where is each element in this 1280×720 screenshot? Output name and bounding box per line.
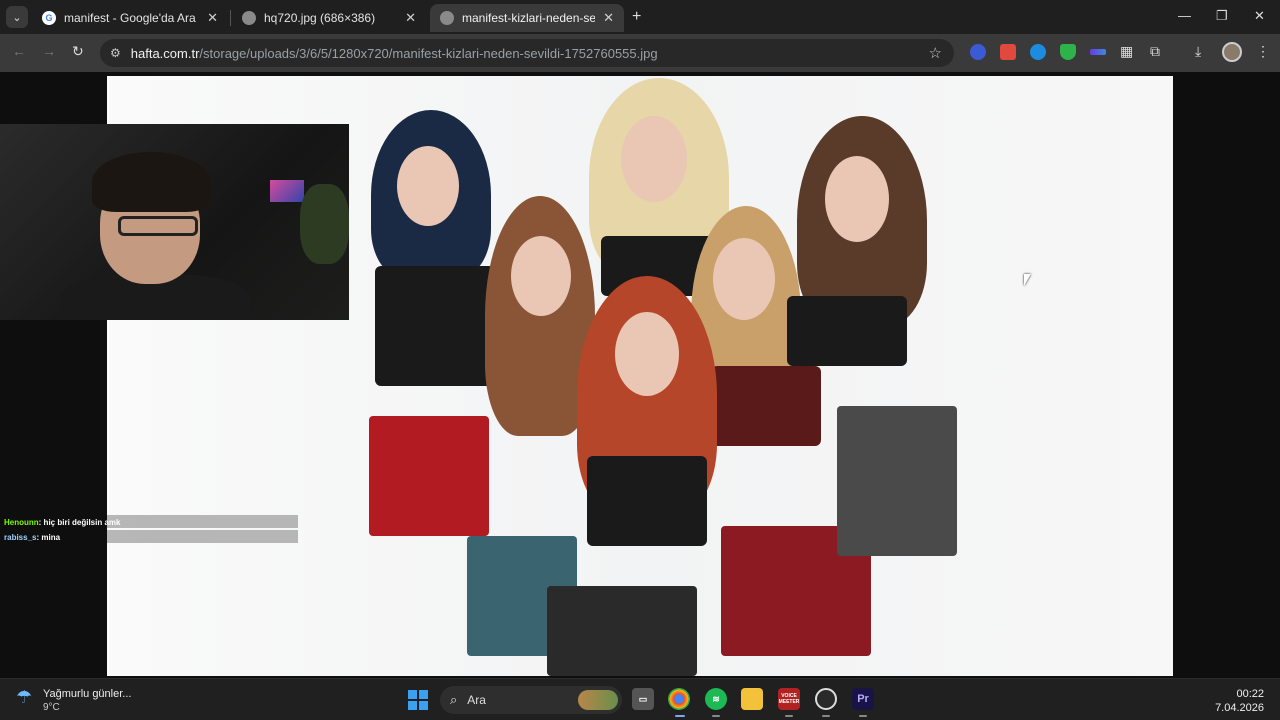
windows-taskbar: ☂ Yağmurlu günler... 9°C ⌕ Ara ▭ ≋ VOICE… [0,678,1280,720]
figure-head [621,116,687,202]
figure-top [787,296,907,366]
forward-button[interactable]: → [42,43,56,59]
profile-avatar[interactable] [1222,42,1242,62]
restore-button[interactable]: ❐ [1216,8,1228,24]
figure-head [615,312,679,396]
screen: ⌄ G manifest - Google'da Ara ✕ hq720.jpg… [0,0,1280,720]
background-plant [300,184,349,264]
clock-date[interactable]: 7.04.2026 [1215,702,1264,714]
search-icon: ⌕ [450,692,458,707]
streamer-hair [92,152,210,212]
extension-1-icon[interactable] [970,44,986,60]
browser-toolbar: ← → ↻ ⚙ hafta.com.tr/storage/uploads/3/6… [0,34,1280,72]
new-tab-button[interactable]: + [632,8,641,26]
reload-button[interactable]: ↻ [72,43,84,60]
figure-head [397,146,459,226]
tab-hq720[interactable]: hq720.jpg (686×386) ✕ [232,4,426,32]
chat-message: Henounn: hiç biri değilsin amk [4,518,120,527]
tab-manifest-image[interactable]: manifest-kizlari-neden-sevildi-1 ✕ [430,4,624,32]
running-app-indicator [785,715,793,717]
chat-text: : hiç biri değilsin amk [38,518,121,527]
tab-title: manifest-kizlari-neden-sevildi-1 [462,11,596,25]
site-info-icon[interactable]: ⚙ [110,46,121,60]
globe-icon [242,11,256,25]
tab-title: hq720.jpg (686×386) [264,11,376,25]
url-host: hafta.com.tr [130,45,200,61]
running-app-indicator [712,715,720,717]
chat-line-bg [107,515,298,528]
tab-divider [230,10,231,26]
active-app-indicator [675,715,685,717]
weather-title[interactable]: Yağmurlu günler... [43,688,131,700]
premiere-icon[interactable]: Pr [852,688,874,710]
running-app-indicator [859,715,867,717]
extension-6-icon[interactable]: ▦ [1120,43,1133,60]
close-icon[interactable]: ✕ [207,10,218,26]
menu-icon[interactable]: ⋮ [1256,43,1270,60]
shield-extension-icon[interactable] [1060,44,1076,60]
running-app-indicator [822,715,830,717]
chrome-icon[interactable] [668,688,690,710]
spotify-icon[interactable]: ≋ [705,688,727,710]
search-placeholder: Ara [467,693,486,707]
close-icon[interactable]: ✕ [405,10,416,26]
tab-search-button[interactable]: ⌄ [6,6,28,28]
chevron-down-icon: ⌄ [12,11,22,24]
streamer-glasses [118,216,198,236]
windows-start-icon[interactable] [408,690,428,710]
chat-message: rabiss_s: mina [4,533,60,542]
task-view-icon[interactable]: ▭ [632,688,654,710]
figure-top [375,266,495,386]
close-icon[interactable]: ✕ [603,10,614,26]
tab-title: manifest - Google'da Ara [64,11,196,25]
folder-icon[interactable] [741,688,763,710]
extension-2-icon[interactable] [1000,44,1016,60]
bookmark-star-icon[interactable]: ☆ [929,44,942,62]
clock-time[interactable]: 00:22 [1236,688,1264,700]
voicemeeter-icon[interactable]: VOICE MEETER [778,688,800,710]
taskbar-search[interactable]: ⌕ Ara [440,686,622,714]
figure-skirt [547,586,697,676]
extension-5-icon[interactable] [1090,49,1106,55]
weather-temp[interactable]: 9°C [43,702,60,713]
chat-line-bg [107,530,298,543]
figure-skirt [837,406,957,556]
globe-icon [440,11,454,25]
figure-top [711,366,821,446]
figure-skirt [369,416,489,536]
webcam-overlay [0,124,349,320]
address-bar[interactable]: ⚙ hafta.com.tr/storage/uploads/3/6/5/128… [100,39,954,67]
minimize-button[interactable]: — [1178,8,1191,23]
shazam-extension-icon[interactable] [1030,44,1046,60]
chat-username: Henounn [4,518,39,527]
google-icon: G [42,11,56,25]
rain-umbrella-icon[interactable]: ☂ [16,687,32,708]
back-button[interactable]: ← [12,43,26,59]
tab-google-search[interactable]: G manifest - Google'da Ara ✕ [32,4,228,32]
puzzle-icon[interactable]: ⧉ [1150,43,1160,60]
background-monitor [270,180,304,202]
mouse-cursor [1024,274,1031,286]
figure-top [587,456,707,546]
search-highlight-image [578,690,618,710]
figure-head [511,236,571,316]
tab-strip: ⌄ G manifest - Google'da Ara ✕ hq720.jpg… [0,0,1280,34]
window-close-button[interactable]: ✕ [1254,8,1265,24]
chat-text: : mina [36,533,61,542]
download-icon[interactable]: ⤓ [1195,43,1201,60]
chat-username: rabiss_s [4,533,37,542]
figure-head [825,156,889,242]
figure-head [713,238,775,320]
obs-icon[interactable] [815,688,837,710]
url-path: /storage/uploads/3/6/5/1280x720/manifest… [199,45,658,61]
